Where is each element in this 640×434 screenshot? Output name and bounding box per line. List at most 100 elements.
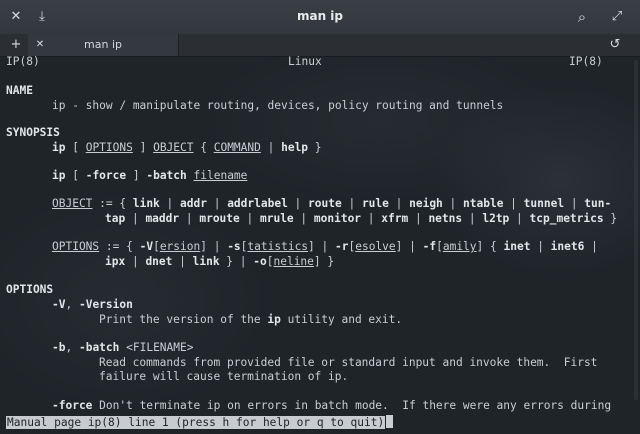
options-line-1: OPTIONS := { -V[ersion] | -s[tatistics] …: [52, 240, 598, 253]
syn-object: OBJECT: [153, 141, 194, 154]
syn-cmd: ip: [52, 169, 66, 182]
option-version-desc: Print the version of the ip utility and …: [99, 313, 402, 328]
desc-text: utility and exit.: [280, 313, 403, 326]
opt-esolve: esolve: [355, 240, 396, 253]
header-left: IP(8): [6, 55, 40, 68]
opt-link: link: [192, 255, 220, 268]
obj-neigh: neigh: [409, 197, 443, 210]
window-title: man ip: [296, 9, 344, 23]
obj-tcp-metrics: tcp_metrics: [529, 212, 604, 225]
syn-force: -force: [85, 169, 127, 182]
obj-tap: tap: [105, 212, 126, 225]
opt-s: -s: [227, 240, 241, 253]
opt-punct: } |: [219, 255, 254, 268]
obj-addr: addr: [180, 197, 207, 210]
opt-punct: := {: [99, 240, 140, 253]
opt-label: OPTIONS: [52, 240, 100, 253]
terminal-cursor: [386, 415, 394, 428]
obj-mrule: mrule: [259, 212, 294, 225]
syn-punct: {: [193, 141, 214, 154]
object-line-1: OBJECT := { link | addr | addrlabel | ro…: [52, 197, 612, 210]
obj-maddr: maddr: [145, 212, 180, 225]
syn-punct: |: [260, 141, 282, 154]
option-batch-desc-1: Read commands from provided file or stan…: [99, 356, 598, 369]
obj-l2tp: l2tp: [482, 212, 510, 225]
obj-tun: tun-: [584, 197, 612, 210]
fullscreen-icon[interactable]: ⤢: [609, 9, 625, 25]
obj-link: link: [132, 197, 160, 210]
syn-punct: }: [308, 141, 322, 154]
obj-mroute: mroute: [199, 212, 240, 225]
opt-amily: amily: [442, 240, 477, 253]
tab-man-ip[interactable]: ✕ man ip: [28, 34, 179, 56]
opt-punct: {: [483, 240, 504, 253]
pager-status-line: Manual page ip(8) line 1 (press h for he…: [6, 415, 394, 431]
opt-batch-arg: <FILENAME>: [119, 341, 194, 354]
name-description: ip - show / manipulate routing, devices,…: [52, 99, 504, 112]
tab-label: man ip: [84, 38, 122, 51]
scrollbar[interactable]: [634, 60, 638, 400]
opt-punct: |: [584, 240, 598, 253]
status-text: Manual page ip(8) line 1 (press h for he…: [6, 416, 386, 429]
opt-sep: ,: [65, 341, 79, 354]
opt-sep: ,: [65, 298, 79, 311]
desc-ip: ip: [267, 313, 281, 326]
opt-f: -f: [422, 240, 437, 253]
syn-punct: [: [65, 169, 86, 182]
syn-command: COMMAND: [213, 141, 261, 154]
option-batch-desc-2: failure will cause termination of ip.: [99, 370, 349, 383]
header-center: Linux: [288, 55, 322, 68]
search-icon[interactable]: ⌕: [574, 9, 590, 25]
obj-punct: := {: [92, 197, 133, 210]
obj-xfrm: xfrm: [381, 212, 409, 225]
syn-punct: ]: [126, 169, 147, 182]
opt-r: -r: [335, 240, 349, 253]
obj-tunnel: tunnel: [523, 197, 565, 210]
synopsis-line-2: ip [ -force ] -batch filename: [52, 169, 247, 184]
opt-punct: }: [320, 255, 335, 268]
opt-batch-long: -batch: [78, 341, 120, 354]
tab-bar: + ✕ man ip ↺: [0, 34, 640, 57]
opt-batch-short: -b: [52, 341, 66, 354]
options-line-2: ipx | dnet | link } | -o[neline] }: [105, 255, 335, 268]
terminal-window: ✕ ⤓ man ip ⌕ ⤢ + ✕ man ip ↺ IP(8) Linux IP…: [0, 0, 640, 434]
obj-netns: netns: [428, 212, 463, 225]
synopsis-heading: SYNOPSIS: [6, 126, 60, 139]
obj-ntable: ntable: [463, 197, 504, 210]
man-header: IP(8) Linux IP(8): [6, 55, 603, 70]
option-batch: -b, -batch <FILENAME>: [52, 341, 193, 356]
options-heading: OPTIONS: [6, 283, 54, 296]
opt-version-long: -Version: [78, 298, 133, 311]
opt-ersion: ersion: [159, 240, 201, 253]
opt-ipx: ipx: [105, 255, 126, 268]
opt-tatistics: tatistics: [247, 240, 309, 253]
header-right: IP(8): [569, 55, 603, 68]
obj-route: route: [308, 197, 342, 210]
terminal-content[interactable]: IP(8) Linux IP(8) NAME ip - show / manipul…: [0, 55, 640, 434]
history-icon[interactable]: ↺: [607, 37, 623, 53]
obj-label: OBJECT: [52, 197, 93, 210]
title-bar: ✕ ⤓ man ip ⌕ ⤢: [0, 0, 640, 35]
syn-punct: [187, 169, 194, 182]
object-line-2: tap | maddr | mroute | mrule | monitor |…: [105, 212, 618, 225]
obj-punct: }: [603, 212, 618, 225]
obj-rule: rule: [361, 197, 389, 210]
syn-punct: [: [65, 141, 86, 154]
obj-monitor: monitor: [313, 212, 362, 225]
desc-text: Print the version of the: [99, 313, 268, 326]
syn-cmd: ip: [52, 141, 66, 154]
synopsis-line-1: ip [ OPTIONS ] OBJECT { COMMAND | help }: [52, 141, 322, 156]
syn-punct: ]: [132, 141, 154, 154]
opt-V: -V: [139, 240, 154, 253]
opt-force: -force: [52, 399, 93, 412]
syn-options: OPTIONS: [85, 141, 133, 154]
obj-addrlabel: addrlabel: [227, 197, 288, 210]
opt-dnet: dnet: [145, 255, 173, 268]
new-tab-icon[interactable]: +: [8, 37, 24, 53]
syn-batch: -batch: [146, 169, 187, 182]
syn-help: help: [281, 141, 309, 154]
opt-inet6: inet6: [550, 240, 585, 253]
opt-force-desc: Don't terminate ip on errors in batch mo…: [92, 399, 612, 412]
option-version: -V, -Version: [52, 298, 133, 313]
name-heading: NAME: [6, 84, 33, 97]
